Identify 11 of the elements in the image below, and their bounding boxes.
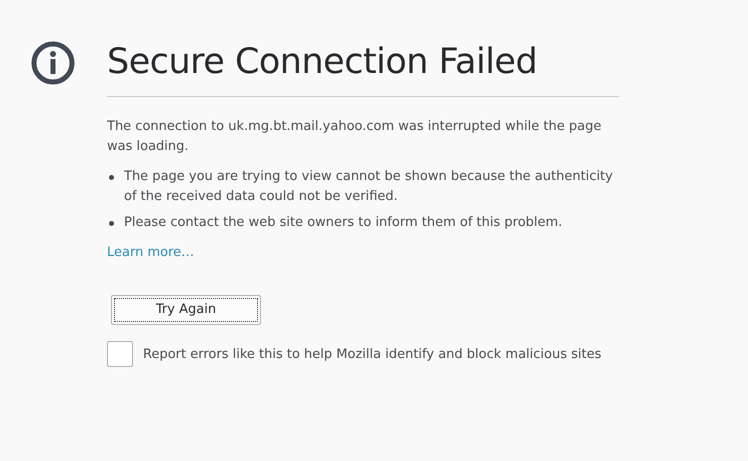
report-label: Report errors like this to help Mozilla identify and block malicious sites bbox=[143, 346, 602, 362]
bullet-text: The page you are trying to view cannot be shown because the authenticity of the received data could not be verified. bbox=[124, 168, 614, 206]
report-checkbox[interactable] bbox=[107, 341, 133, 367]
bullet-text: Please contact the web site owners to inform them of this problem. bbox=[124, 214, 564, 232]
description-text: The connection to uk.mg.bt.mail.yahoo.com was interrupted while the page was loading. bbox=[107, 118, 602, 156]
bullet-icon bbox=[109, 175, 114, 180]
bullet-icon bbox=[109, 221, 114, 226]
try-again-button[interactable]: Try Again bbox=[111, 295, 261, 325]
learn-more-link[interactable]: Learn more… bbox=[107, 245, 194, 260]
page-title: Secure Connection Failed bbox=[107, 41, 538, 84]
info-icon bbox=[31, 41, 75, 85]
